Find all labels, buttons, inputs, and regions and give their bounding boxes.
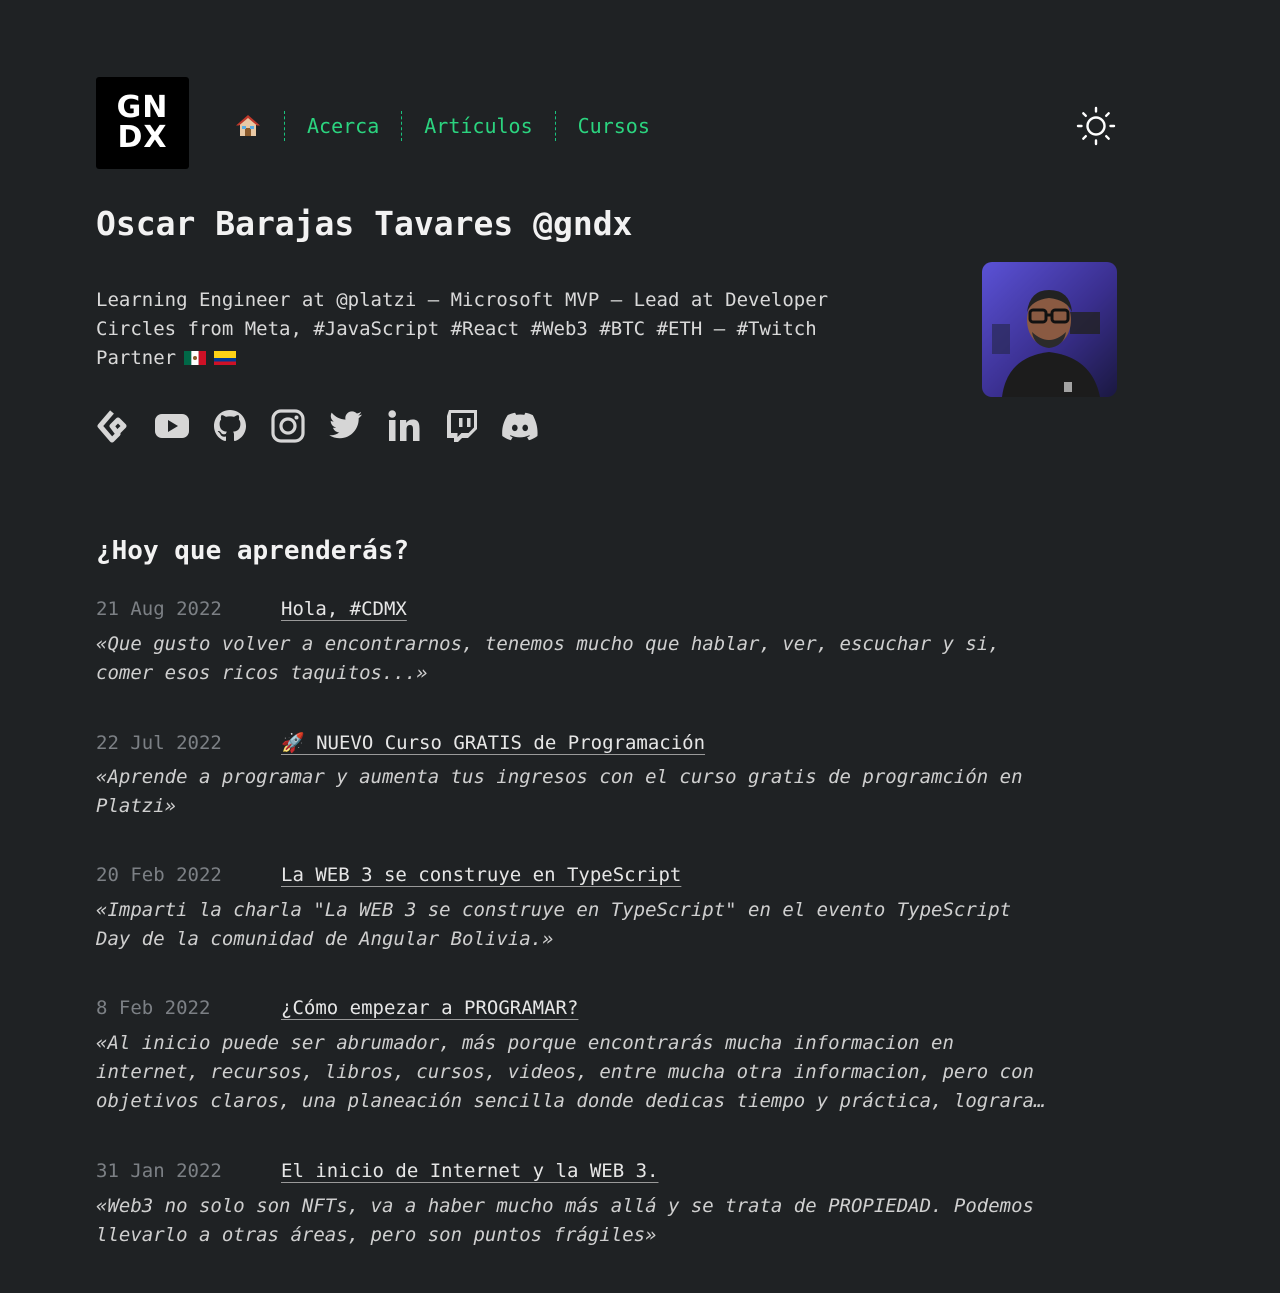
post-date: 31 Jan 2022 (96, 1160, 222, 1182)
post-date: 20 Feb 2022 (96, 864, 222, 886)
nav-divider (554, 111, 556, 141)
instagram-icon[interactable] (270, 406, 306, 446)
home-icon[interactable] (234, 112, 262, 140)
mexico-flag-icon (184, 351, 207, 365)
logo-line-1: GN (116, 90, 169, 125)
list-item: 21 Aug 2022 Hola, #CDMX «Que gusto volve… (96, 598, 1126, 731)
logo-line-2: DX (117, 120, 168, 155)
nav-link-acerca[interactable]: Acerca (307, 114, 379, 138)
colombia-flag-icon (214, 351, 237, 365)
section-title: ¿Hoy que aprenderás? (96, 536, 410, 566)
list-item: 31 Jan 2022 El inicio de Internet y la W… (96, 1160, 1126, 1293)
main-nav: Acerca Artículos Cursos (234, 110, 650, 142)
social-links (96, 406, 538, 446)
post-excerpt: «Que gusto volver a encontrarnos, tenemo… (96, 633, 1000, 684)
avatar (982, 262, 1117, 397)
post-list: 21 Aug 2022 Hola, #CDMX «Que gusto volve… (96, 598, 1126, 1293)
twitter-icon[interactable] (328, 406, 364, 446)
nav-link-cursos[interactable]: Cursos (578, 114, 650, 138)
post-title-link[interactable]: La WEB 3 se construye en TypeScript (281, 864, 681, 886)
github-icon[interactable] (212, 406, 248, 446)
nav-divider (284, 111, 285, 141)
linkedin-icon[interactable] (386, 406, 422, 446)
nav-divider (401, 111, 403, 141)
post-date: 8 Feb 2022 (96, 997, 211, 1019)
list-item: 22 Jul 2022 🚀 NUEVO Curso GRATIS de Prog… (96, 731, 1126, 864)
list-item: 8 Feb 2022 ¿Cómo empezar a PROGRAMAR? «A… (96, 997, 1126, 1160)
list-item: 20 Feb 2022 La WEB 3 se construye en Typ… (96, 864, 1126, 997)
post-excerpt: «Imparti la charla "La WEB 3 se construy… (96, 899, 1012, 950)
post-excerpt: «Al inicio puede ser abrumador, más porq… (96, 1032, 1046, 1112)
post-date: 21 Aug 2022 (96, 598, 222, 620)
post-title-link[interactable]: Hola, #CDMX (281, 598, 407, 620)
nav-link-articulos[interactable]: Artículos (424, 114, 532, 138)
theme-toggle-button[interactable] (1074, 104, 1118, 148)
discord-icon[interactable] (502, 406, 538, 446)
post-excerpt: «Aprende a programar y aumenta tus ingre… (96, 766, 1023, 817)
post-title-link[interactable]: 🚀 NUEVO Curso GRATIS de Programación (281, 731, 705, 754)
post-title-link[interactable]: El inicio de Internet y la WEB 3. (281, 1160, 659, 1182)
profile-name: Oscar Barajas Tavares @gndx (96, 204, 633, 243)
profile-bio: Learning Engineer at @platzi – Microsoft… (96, 286, 906, 373)
youtube-icon[interactable] (154, 406, 190, 446)
post-date: 22 Jul 2022 (96, 732, 222, 754)
twitch-icon[interactable] (444, 406, 480, 446)
gndx-logo[interactable]: GN DX (96, 77, 189, 169)
post-title-link[interactable]: ¿Cómo empezar a PROGRAMAR? (281, 997, 578, 1019)
sun-icon (1076, 106, 1116, 146)
page: GN DX Acerca Artículos Cursos Oscar Bara… (0, 0, 1280, 1280)
platzi-icon[interactable] (96, 406, 132, 446)
post-excerpt: «Web3 no solo son NFTs, va a haber mucho… (96, 1195, 1034, 1246)
